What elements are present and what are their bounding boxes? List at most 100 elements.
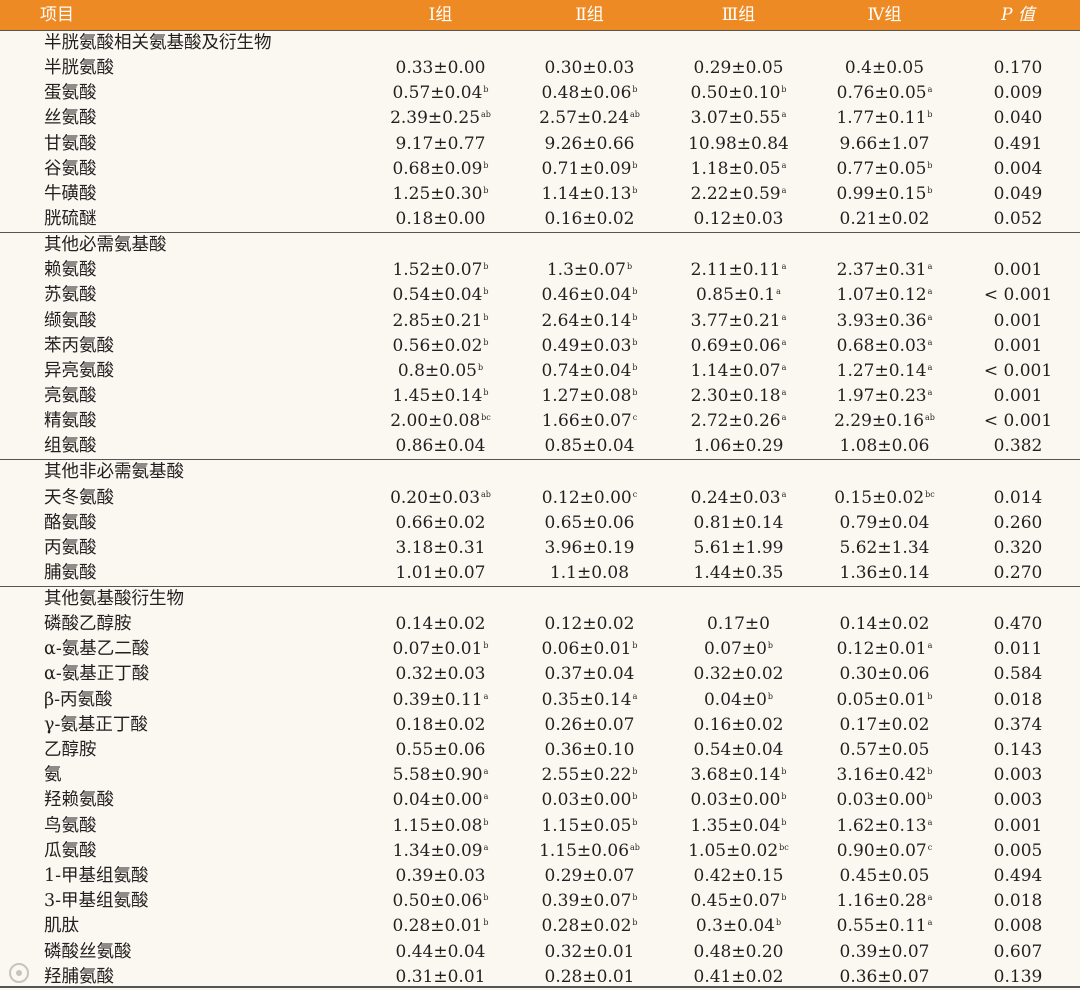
header-group-4: Ⅳ组 [813, 0, 956, 31]
significance-mark: a [927, 312, 933, 322]
cell-value: 0.85±0.04 [544, 436, 635, 457]
p-value-cell: 0.052 [956, 207, 1080, 233]
group-2-cell: 0.49±0.03b [515, 334, 664, 359]
cell-value: 2.00±0.08 [390, 411, 481, 432]
p-value-cell: 0.003 [956, 788, 1080, 813]
group-3-cell: 2.30±0.18a [664, 384, 813, 409]
cell-value: 1.77±0.11 [836, 108, 927, 129]
significance-mark: a [483, 842, 489, 852]
significance-mark: ab [630, 110, 640, 120]
significance-mark: b [627, 262, 633, 272]
significance-mark: b [632, 362, 638, 372]
cell-value: 1.25±0.30 [392, 184, 483, 205]
cell-value: 0.05±0.01 [836, 689, 927, 710]
group-2-cell: 1.15±0.05b [515, 814, 664, 839]
row-label: 异亮氨酸 [44, 360, 114, 381]
group-2-cell: 0.16±0.02 [515, 207, 664, 233]
p-value-cell: 0.001 [956, 258, 1080, 283]
cell-value: 0.320 [993, 537, 1043, 558]
watermark-logo [8, 960, 148, 986]
table-row: β-丙氨酸 0.39±0.11a 0.35±0.14a 0.04±0b 0.05±0.0… [0, 688, 1080, 713]
group-1-cell: 0.39±0.11a [366, 688, 515, 713]
group-1-cell: 2.85±0.21b [366, 309, 515, 334]
cell-value: 0.14±0.02 [839, 614, 930, 635]
section-header-row: 其他氨基酸衍生物 [0, 586, 1080, 612]
cell-value: 0.03±0.00 [836, 790, 927, 811]
table-row: 谷氨酸 0.68±0.09b 0.71±0.09b 1.18±0.05a 0.77±0.… [0, 157, 1080, 182]
group-2-cell: 0.71±0.09b [515, 157, 664, 182]
cell-value: 0.03±0.00 [541, 790, 632, 811]
group-3-cell: 0.48±0.20 [664, 939, 813, 964]
group-4-cell: 0.57±0.05 [813, 738, 956, 763]
cell-value: 9.17±0.77 [395, 133, 486, 154]
significance-mark: bc [779, 842, 789, 852]
cell-value: 0.54±0.04 [392, 285, 483, 306]
table-row: γ-氨基正丁酸 0.18±0.02 0.26±0.07 0.16±0.02 0.17±0… [0, 713, 1080, 738]
cell-value: 0.74±0.04 [541, 360, 632, 381]
cell-value: 0.011 [993, 639, 1043, 660]
empty-cell [366, 30, 515, 56]
group-4-cell: 1.16±0.28a [813, 889, 956, 914]
cell-value: 1.15±0.06 [539, 840, 630, 861]
significance-mark: b [632, 186, 638, 196]
empty-cell [956, 586, 1080, 612]
cell-value: 0.584 [993, 664, 1043, 685]
significance-mark: a [483, 691, 489, 701]
cell-value: 1.66±0.07 [541, 411, 632, 432]
p-value-cell: 0.270 [956, 561, 1080, 587]
group-4-cell: 2.29±0.16ab [813, 409, 956, 434]
group-4-cell: 0.45±0.05 [813, 864, 956, 889]
empty-cell [664, 586, 813, 612]
cell-value: 0.4±0.05 [844, 58, 925, 79]
group-3-cell: 0.16±0.02 [664, 713, 813, 738]
table-row: 天冬氨酸 0.20±0.03ab 0.12±0.00c 0.24±0.03a 0.15±… [0, 485, 1080, 510]
group-3-cell: 0.04±0b [664, 688, 813, 713]
row-label: 胱硫醚 [44, 209, 97, 230]
cell-value: 0.07±0.01 [392, 639, 483, 660]
significance-mark: b [632, 312, 638, 322]
group-2-cell: 0.29±0.07 [515, 864, 664, 889]
p-value-cell: 0.491 [956, 132, 1080, 157]
row-label: 亮氨酸 [44, 386, 97, 407]
row-label: α-氨基正丁酸 [44, 664, 150, 685]
row-label: 氨 [44, 765, 62, 786]
cell-value: 0.36±0.07 [839, 966, 930, 987]
table-row: 异亮氨酸 0.8±0.05b 0.74±0.04b 1.14±0.07a 1.27±0.… [0, 359, 1080, 384]
significance-mark: b [927, 110, 933, 120]
cell-value: 0.003 [993, 765, 1043, 786]
cell-value: 0.15±0.02 [834, 487, 925, 508]
table-row: 酪氨酸 0.66±0.02 0.65±0.06 0.81±0.14 0.79±0.04 0… [0, 511, 1080, 536]
cell-value: 0.33±0.00 [395, 58, 486, 79]
table-row: 鸟氨酸 1.15±0.08b 1.15±0.05b 1.35±0.04b 1.62±0.… [0, 814, 1080, 839]
row-label: 脯氨酸 [44, 563, 97, 583]
cell-value: 1.06±0.29 [693, 436, 784, 457]
row-label: 羟赖氨酸 [44, 790, 114, 811]
p-value-cell: 0.320 [956, 536, 1080, 561]
cell-value: 0.46±0.04 [541, 285, 632, 306]
significance-mark: a [781, 362, 787, 372]
group-2-cell: 1.27±0.08b [515, 384, 664, 409]
cell-value: 0.55±0.06 [395, 740, 486, 761]
cell-value: 1.62±0.13 [836, 815, 927, 836]
row-label: 酪氨酸 [44, 512, 97, 533]
cell-value: 5.61±1.99 [693, 537, 784, 558]
cell-value: 2.39±0.25 [390, 108, 481, 129]
p-value-cell: 0.049 [956, 182, 1080, 207]
group-2-cell: 0.06±0.01b [515, 637, 664, 662]
p-value-cell: < 0.001 [956, 359, 1080, 384]
cell-value: 9.26±0.66 [544, 133, 635, 154]
group-2-cell: 1.66±0.07c [515, 409, 664, 434]
group-3-cell: 0.42±0.15 [664, 864, 813, 889]
group-4-cell: 3.93±0.36a [813, 309, 956, 334]
cell-value: 0.30±0.03 [544, 58, 635, 79]
significance-mark: a [927, 918, 933, 928]
group-1-cell: 0.66±0.02 [366, 511, 515, 536]
group-4-cell: 0.30±0.06 [813, 662, 956, 687]
cell-value: 0.14±0.02 [395, 614, 486, 635]
cell-value: 0.470 [993, 614, 1043, 635]
group-3-cell: 1.18±0.05a [664, 157, 813, 182]
section-header-row: 半胱氨酸相关氨基酸及衍生物 [0, 30, 1080, 56]
group-1-cell: 0.20±0.03ab [366, 485, 515, 510]
cell-value: < 0.001 [983, 285, 1053, 306]
empty-cell [813, 232, 956, 259]
